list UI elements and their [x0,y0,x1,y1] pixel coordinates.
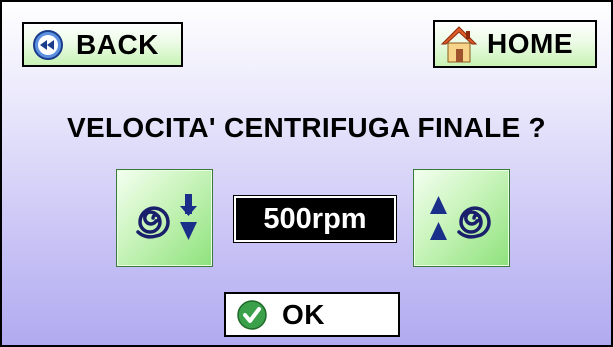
spiral-arrow-down-icon [135,194,197,240]
check-icon [237,299,267,330]
increase-speed-button[interactable] [413,169,510,267]
back-arrow-icon [33,29,63,60]
back-label: BACK [76,28,159,60]
home-icon [440,26,478,63]
home-label: HOME [487,28,573,59]
home-button[interactable]: HOME [433,20,597,68]
speed-value-display: 500rpm [233,195,397,243]
back-button[interactable]: BACK [22,22,183,67]
screen: BACK HOME VELOCITA' CENTRIFUGA FINALE ? … [0,0,613,347]
page-title: VELOCITA' CENTRIFUGA FINALE ? [67,112,546,143]
ok-button[interactable]: OK [224,292,400,337]
decrease-speed-button[interactable] [116,169,213,267]
ok-label: OK [282,298,325,330]
spiral-arrow-up-icon [429,196,491,240]
